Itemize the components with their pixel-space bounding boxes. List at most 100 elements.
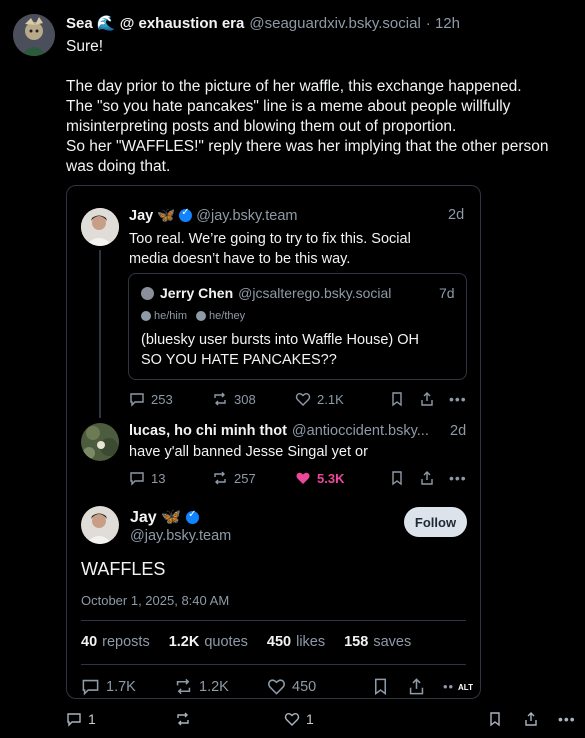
- reposts-label: reposts: [102, 634, 150, 650]
- repost-icon: [177, 712, 189, 726]
- author-handle[interactable]: @seaguardxiv.bsky.social: [249, 15, 420, 32]
- quotes-number: 1.2K: [168, 634, 200, 650]
- verified-icon: [186, 509, 200, 524]
- reply1-text: Too real. We’re going to try to fix this…: [129, 229, 411, 269]
- quote-handle: @jcsalterego.bsky.social: [238, 285, 392, 301]
- repost-icon: [214, 471, 226, 485]
- reply1-time: 2d: [448, 207, 465, 223]
- reply-icon: [67, 713, 81, 727]
- bookmark-icon: [392, 471, 402, 486]
- main-extra-actions: ••: [371, 677, 454, 696]
- main-text: WAFFLES: [81, 559, 166, 579]
- post-text-line: So her "WAFFLES!" reply there was her im…: [66, 138, 549, 155]
- main-reply-action: 1.7K: [81, 677, 136, 696]
- main-like-count: 450: [292, 678, 317, 695]
- jerry-avatar: [141, 287, 154, 300]
- post-like-button[interactable]: 1: [284, 711, 314, 727]
- reply2-reply-count: 13: [151, 470, 166, 486]
- post-reply-button[interactable]: 1: [66, 711, 96, 727]
- reply1-name: Jay 🦋: [129, 208, 176, 224]
- reply1-handle: @jay.bsky.team: [196, 207, 298, 224]
- reply2-like-action: 5.3K: [295, 470, 344, 486]
- pronoun-icon: [196, 311, 207, 321]
- more-icon: •••: [558, 711, 576, 727]
- heart-filled-icon: [296, 472, 310, 484]
- share-icon: [409, 678, 424, 695]
- post-more-button[interactable]: •••: [558, 711, 576, 727]
- main-repost-count: 1.2K: [199, 678, 229, 695]
- likes-number: 450: [266, 634, 292, 650]
- post-text-line: was doing that.: [66, 158, 171, 175]
- share-icon: [421, 471, 433, 485]
- more-icon: •••: [449, 391, 467, 407]
- pronoun-text: he/him: [154, 310, 188, 322]
- main-stats: 40 reposts 1.2K quotes 450 likes 158 saves: [81, 634, 411, 650]
- reply2-repost-action: 257: [212, 470, 256, 486]
- quote-header: Jerry Chen @jcsalterego.bsky.social: [160, 285, 391, 301]
- main-date: October 1, 2025, 8:40 AM: [81, 593, 230, 608]
- quote-text-line: SO YOU HATE PANCAKES??: [141, 352, 337, 368]
- reply-icon: [130, 472, 144, 486]
- likes-label: likes: [296, 634, 326, 650]
- reply-icon: [130, 393, 144, 407]
- heart-icon: [284, 713, 300, 726]
- main-name-row: Jay 🦋: [130, 507, 200, 527]
- more-icon: •••: [449, 470, 467, 486]
- reply1-reply-count: 253: [151, 391, 173, 407]
- author-avatar[interactable]: [13, 14, 55, 56]
- reply1-extra-actions: •••: [389, 391, 467, 407]
- avatar-photo: [81, 506, 119, 544]
- avatar-photo: [81, 208, 119, 246]
- post-text-line: Sure!: [66, 38, 104, 55]
- bookmark-icon: [490, 712, 500, 727]
- heart-icon: [268, 679, 285, 695]
- reply1-repost-action: 308: [212, 391, 256, 407]
- reply1-like-action: 2.1K: [295, 391, 344, 407]
- pronoun-badge: he/him: [141, 310, 187, 322]
- reply2-text: have y'all banned Jesse Singal yet or: [129, 444, 368, 460]
- reply2-name: lucas, ho chi minh thot: [129, 423, 287, 439]
- post-header: Sea 🌊 @ exhaustion era @seaguardxiv.bsky…: [66, 14, 460, 33]
- main-like-action: 450: [267, 677, 316, 696]
- divider: [81, 620, 466, 621]
- reply2-reply-action: 13: [129, 470, 165, 486]
- heart-icon: [295, 393, 311, 406]
- post-body: Sure! The day prior to the picture of he…: [66, 37, 571, 177]
- main-reply-count: 1.7K: [106, 678, 136, 695]
- repost-icon: [176, 678, 191, 695]
- reply1-repost-count: 308: [234, 391, 256, 407]
- avatar-art: [13, 14, 55, 56]
- main-name: Jay 🦋: [130, 509, 182, 526]
- more-icon: ••: [443, 679, 455, 694]
- pronoun-badge: he/they: [196, 310, 245, 322]
- post-bookmark-button[interactable]: [487, 711, 503, 727]
- divider: [81, 664, 466, 665]
- post-share-button[interactable]: [523, 711, 539, 727]
- main-repost-action: 1.2K: [174, 677, 229, 696]
- quote-text: (bluesky user bursts into Waffle House) …: [141, 330, 419, 370]
- share-icon: [421, 392, 433, 406]
- verified-icon: [179, 207, 193, 222]
- quote-name: Jerry Chen: [160, 285, 234, 301]
- alt-badge[interactable]: ALT: [455, 682, 476, 693]
- saves-label: saves: [373, 634, 412, 650]
- saves-number: 158: [344, 634, 369, 650]
- pronoun-text: he/they: [209, 310, 246, 322]
- post-like-count: 1: [306, 711, 314, 727]
- bookmark-icon: [392, 392, 402, 407]
- post-repost-button[interactable]: [175, 711, 191, 727]
- reply2-time: 2d: [450, 423, 467, 439]
- post-reply-count: 1: [88, 711, 96, 727]
- reply2-handle: @antioccident.bsky...: [291, 423, 429, 439]
- quote-text-line: (bluesky user bursts into Waffle House) …: [141, 332, 420, 348]
- post-text-line: The "so you hate pancakes" line is a mem…: [66, 98, 511, 115]
- author-name[interactable]: Sea 🌊 @ exhaustion era: [66, 14, 244, 32]
- reply1-header: Jay 🦋 @jay.bsky.team: [129, 207, 298, 224]
- thread-line: [99, 250, 101, 418]
- quotes-label: quotes: [204, 634, 248, 650]
- main-avatar: [81, 506, 119, 544]
- post-time[interactable]: · 12h: [426, 15, 460, 32]
- pronoun-icon: [141, 311, 151, 321]
- repost-icon: [214, 392, 226, 406]
- quote-time: 7d: [439, 285, 455, 301]
